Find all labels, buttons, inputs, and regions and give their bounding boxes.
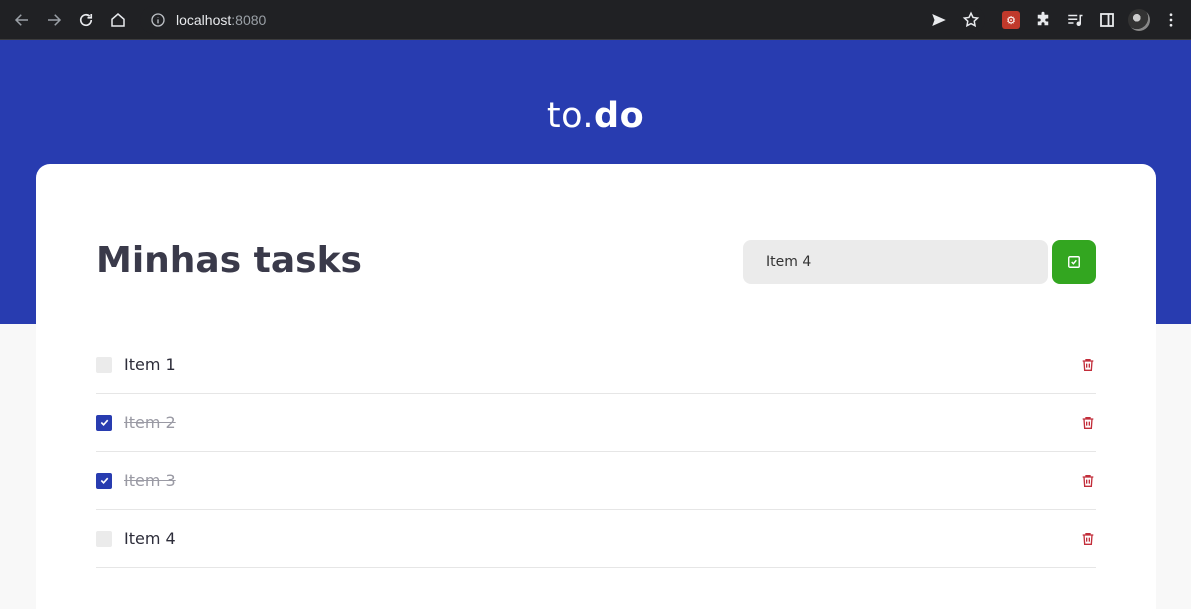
delete-task-button[interactable] — [1080, 531, 1096, 547]
task-label: Item 3 — [124, 471, 176, 490]
task-row-4: Item 4 — [96, 510, 1096, 568]
task-row-3: Item 3 — [96, 452, 1096, 510]
info-icon[interactable] — [150, 12, 166, 28]
delete-task-button[interactable] — [1080, 415, 1096, 431]
check-square-icon — [1068, 256, 1080, 268]
extension-red-icon: ⚙ — [1002, 11, 1020, 29]
trash-icon — [1082, 417, 1094, 429]
task-label: Item 2 — [124, 413, 176, 432]
trash-icon — [1082, 533, 1094, 545]
side-panel-icon — [1100, 13, 1114, 27]
extension-button[interactable]: ⚙ — [997, 4, 1025, 36]
url-host: localhost — [176, 12, 232, 28]
bookmark-button[interactable] — [957, 6, 985, 34]
avatar — [1128, 9, 1150, 31]
star-icon — [962, 11, 980, 28]
add-task-button[interactable] — [1052, 240, 1096, 284]
address-bar[interactable]: localhost:8080 — [140, 6, 985, 34]
task-checkbox[interactable] — [96, 356, 112, 373]
arrow-left-icon — [14, 13, 28, 26]
home-icon — [111, 12, 125, 27]
arrow-right-icon — [48, 13, 62, 26]
app-logo: to.do — [546, 96, 645, 136]
side-panel-button[interactable] — [1093, 4, 1121, 36]
reload-icon — [79, 13, 93, 26]
new-task-input[interactable] — [743, 240, 1048, 284]
task-checkbox[interactable] — [96, 530, 112, 547]
delete-task-button[interactable] — [1080, 357, 1096, 373]
puzzle-icon — [1037, 11, 1049, 26]
media-control-button[interactable] — [1061, 4, 1089, 36]
send-tab-button[interactable] — [925, 6, 953, 34]
url-port: :8080 — [231, 12, 267, 28]
send-icon — [932, 14, 946, 26]
page-title: Minhas tasks — [96, 240, 362, 281]
home-button[interactable] — [102, 4, 134, 36]
back-button[interactable] — [6, 4, 38, 36]
browser-toolbar: localhost:8080 ⚙ — [0, 0, 1191, 40]
task-label: Item 1 — [124, 355, 176, 374]
task-list: Item 1 Item 2 Item 3 Item 4 — [96, 336, 1096, 568]
forward-button[interactable] — [38, 4, 70, 36]
task-row-1: Item 1 — [96, 336, 1096, 394]
reload-button[interactable] — [70, 4, 102, 36]
trash-icon — [1082, 475, 1094, 487]
more-vertical-icon — [1169, 13, 1173, 27]
checkmark-icon — [100, 477, 108, 484]
extensions-menu-button[interactable] — [1029, 4, 1057, 36]
profile-button[interactable] — [1125, 4, 1153, 36]
delete-task-button[interactable] — [1080, 473, 1096, 489]
trash-icon — [1082, 359, 1094, 371]
browser-menu-button[interactable] — [1157, 4, 1185, 36]
checkmark-icon — [100, 419, 108, 426]
tasks-card: Minhas tasks Item 1 Item 2 Item 3 — [36, 164, 1156, 609]
task-checkbox[interactable] — [96, 472, 112, 489]
task-label: Item 4 — [124, 529, 176, 548]
task-row-2: Item 2 — [96, 394, 1096, 452]
task-checkbox[interactable] — [96, 414, 112, 431]
playlist-icon — [1068, 14, 1083, 26]
